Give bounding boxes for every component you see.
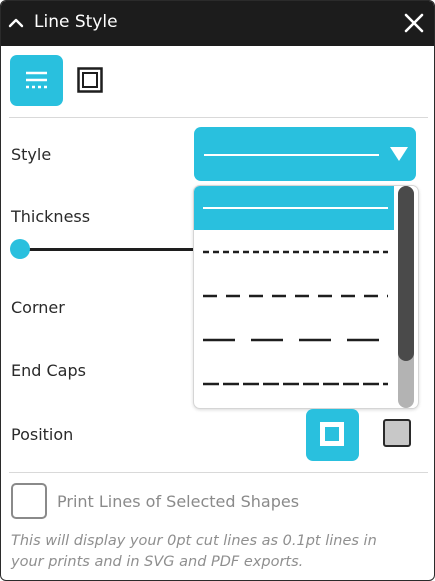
print-lines-note: This will display your 0pt cut lines as …	[11, 531, 426, 573]
dropdown-option-solid[interactable]	[194, 186, 394, 230]
panel-title: Line Style	[34, 12, 118, 32]
dropdown-option-dash[interactable]	[194, 274, 394, 318]
line-style-icon	[26, 71, 47, 89]
line-style-panel: Line Style Style Thickness Corner End Ca…	[0, 0, 435, 581]
selected-solid-line	[204, 154, 379, 156]
panel-titlebar: Line Style	[1, 1, 434, 46]
position-outside-button[interactable]	[383, 419, 411, 447]
thickness-label: Thickness	[11, 207, 91, 226]
dash-line-icon	[203, 294, 388, 298]
print-lines-note-line: your prints and in SVG and PDF exports.	[11, 554, 304, 570]
dense-dash-line-icon	[203, 382, 388, 386]
solid-line-icon	[203, 207, 388, 209]
end-caps-label: End Caps	[11, 361, 86, 380]
print-lines-checkbox[interactable]	[11, 483, 47, 519]
dropdown-scrollbar-thumb[interactable]	[398, 186, 414, 361]
divider	[9, 117, 428, 118]
divider	[9, 472, 428, 473]
style-select[interactable]	[194, 127, 416, 181]
dropdown-option-dense-dash[interactable]	[194, 362, 394, 406]
position-label: Position	[11, 425, 74, 444]
style-dropdown-list	[193, 185, 419, 409]
square-border-icon[interactable]	[77, 67, 103, 93]
long-dash-line-icon	[203, 338, 388, 342]
caret-down-icon	[390, 147, 408, 161]
dropdown-option-fine-dash[interactable]	[194, 230, 394, 274]
print-lines-note-line: This will display your 0pt cut lines as …	[11, 533, 377, 549]
fine-dash-line-icon	[203, 250, 388, 254]
thickness-slider-track[interactable]	[19, 248, 194, 251]
position-inside-icon-fill	[325, 427, 339, 441]
line-style-tab[interactable]	[10, 55, 63, 106]
print-lines-label: Print Lines of Selected Shapes	[57, 492, 300, 511]
close-icon[interactable]	[403, 12, 425, 34]
style-label: Style	[11, 145, 52, 164]
position-inside-button[interactable]	[306, 409, 359, 461]
corner-label: Corner	[11, 298, 65, 317]
chevron-up-icon[interactable]	[8, 15, 24, 31]
thickness-slider-handle[interactable]	[10, 239, 30, 259]
dropdown-option-long-dash[interactable]	[194, 318, 394, 362]
